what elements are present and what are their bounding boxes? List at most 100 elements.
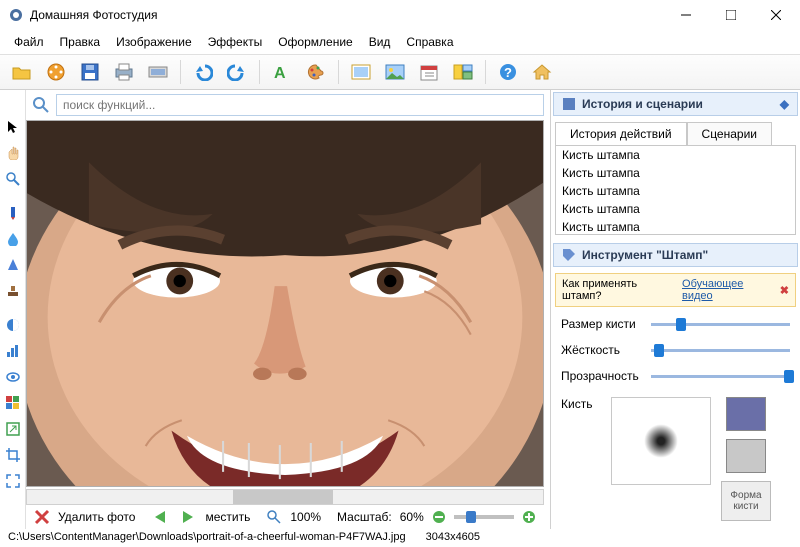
hand-tool[interactable] (4, 144, 22, 162)
cone-tool[interactable] (4, 256, 22, 274)
center-area: Удалить фото местить 100% Масштаб: 60% (26, 90, 550, 529)
tab-scenarios[interactable]: Сценарии (687, 122, 772, 145)
separator (259, 60, 260, 84)
stamp-tool[interactable] (4, 282, 22, 300)
colors-tool[interactable] (4, 394, 22, 412)
brush-label: Кисть (561, 397, 601, 521)
minimize-button[interactable] (663, 0, 708, 30)
film-reel-icon (46, 62, 66, 82)
zoom100-icon[interactable] (266, 509, 282, 525)
tool-panel-header: Инструмент "Штамп" (553, 243, 798, 267)
next-icon[interactable] (179, 510, 197, 524)
levels-tool[interactable] (4, 342, 22, 360)
zoom-out-icon[interactable] (432, 510, 446, 524)
maximize-button[interactable] (708, 0, 753, 30)
redo-button[interactable] (221, 58, 253, 86)
text-button[interactable]: A (266, 58, 298, 86)
magnifier-icon (6, 172, 20, 186)
close-button[interactable] (753, 0, 798, 30)
expand-tool[interactable] (4, 472, 22, 490)
history-icon (562, 97, 576, 111)
brush-preview[interactable] (611, 397, 711, 485)
delete-label[interactable]: Удалить фото (58, 510, 135, 524)
hardness-label: Жёсткость (561, 343, 651, 357)
search-input[interactable] (56, 94, 544, 116)
history-item[interactable]: Кисть штампа (556, 146, 795, 164)
history-item[interactable]: Кисть штампа (556, 218, 795, 235)
history-item[interactable]: Кисть штампа (556, 164, 795, 182)
scanner-icon (148, 64, 168, 80)
home-icon (532, 63, 552, 81)
menu-image[interactable]: Изображение (108, 32, 200, 52)
droplet-icon (6, 232, 20, 246)
search-icon[interactable] (32, 96, 50, 114)
svg-text:A: A (274, 65, 286, 81)
scale-label: Масштаб: (337, 510, 392, 524)
save-button[interactable] (74, 58, 106, 86)
hardness-slider[interactable] (651, 349, 790, 352)
color-swatch-2[interactable] (726, 439, 766, 473)
frame2-button[interactable] (379, 58, 411, 86)
redo-icon (227, 63, 247, 81)
opacity-slider[interactable] (651, 375, 790, 378)
crop-tool[interactable] (4, 446, 22, 464)
history-item[interactable]: Кисть штампа (556, 200, 795, 218)
bottom-bar: Удалить фото местить 100% Масштаб: 60% (26, 505, 550, 529)
prev-icon[interactable] (153, 510, 171, 524)
hint-question: Как применять штамп? (562, 278, 678, 302)
pointer-tool[interactable] (4, 118, 22, 136)
scan-button[interactable] (142, 58, 174, 86)
status-dimensions: 3043x4605 (426, 531, 480, 543)
menu-edit[interactable]: Правка (52, 32, 109, 52)
wheel-button[interactable] (40, 58, 72, 86)
open-button[interactable] (6, 58, 38, 86)
horizontal-scrollbar[interactable] (26, 489, 544, 505)
expand-icon (6, 474, 20, 488)
fit-label[interactable]: местить (205, 510, 250, 524)
menu-view[interactable]: Вид (361, 32, 399, 52)
brush-preview-row: Кисть Форма кисти (551, 389, 800, 529)
collage-button[interactable] (447, 58, 479, 86)
tab-history[interactable]: История действий (555, 122, 687, 145)
contrast-icon (6, 318, 20, 332)
frame1-button[interactable] (345, 58, 377, 86)
resize-tool[interactable] (4, 420, 22, 438)
eye-tool[interactable] (4, 368, 22, 386)
brush-button[interactable] (300, 58, 332, 86)
menu-help[interactable]: Справка (398, 32, 461, 52)
eyedropper-tool[interactable] (4, 204, 22, 222)
app-icon (8, 7, 24, 23)
zoom-tool[interactable] (4, 170, 22, 188)
brush-size-slider[interactable] (651, 323, 790, 326)
pin-icon[interactable]: ◆ (780, 97, 789, 111)
undo-button[interactable] (187, 58, 219, 86)
main-toolbar: A ? (0, 54, 800, 90)
hint-link[interactable]: Обучающее видео (682, 278, 776, 302)
hint-close-icon[interactable]: ✖ (780, 284, 789, 297)
history-item[interactable]: Кисть штампа (556, 182, 795, 200)
zoom100-label[interactable]: 100% (290, 510, 321, 524)
folder-icon (12, 63, 32, 81)
delete-icon[interactable] (34, 509, 50, 525)
zoom-slider[interactable] (454, 515, 514, 519)
droplet-tool[interactable] (4, 230, 22, 248)
help-button[interactable]: ? (492, 58, 524, 86)
print-button[interactable] (108, 58, 140, 86)
menu-file[interactable]: Файл (6, 32, 52, 52)
window-title: Домашняя Фотостудия (30, 8, 663, 22)
contrast-tool[interactable] (4, 316, 22, 334)
printer-icon (114, 63, 134, 81)
home-button[interactable] (526, 58, 558, 86)
menu-effects[interactable]: Эффекты (200, 32, 271, 52)
history-list[interactable]: Кисть штампаКисть штампаКисть штампаКист… (555, 145, 796, 235)
image-canvas[interactable] (26, 120, 544, 487)
zoom-in-icon[interactable] (522, 510, 536, 524)
picture-icon (351, 64, 371, 80)
separator (180, 60, 181, 84)
opacity-label: Прозрачность (561, 369, 651, 383)
menu-design[interactable]: Оформление (270, 32, 360, 52)
calendar-button[interactable] (413, 58, 445, 86)
stamp-icon (6, 284, 20, 298)
brush-shape-button[interactable]: Форма кисти (721, 481, 771, 521)
color-swatch-1[interactable] (726, 397, 766, 431)
